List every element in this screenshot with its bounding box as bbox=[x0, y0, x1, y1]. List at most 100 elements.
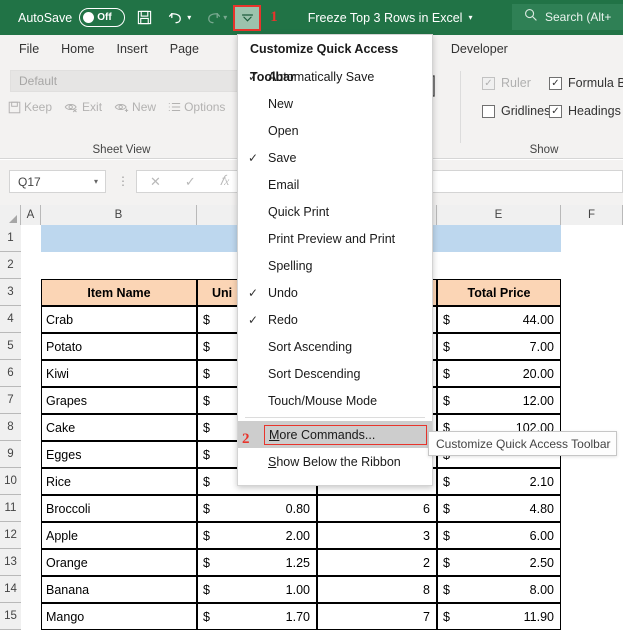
tab-page-layout[interactable]: Page bbox=[159, 35, 210, 63]
sheet-view-combo[interactable]: Default bbox=[10, 70, 238, 92]
cell-total-price[interactable]: $12.00 bbox=[437, 387, 561, 414]
customize-quick-access-toolbar-menu[interactable]: Customize Quick Access Toolbar ✓ Automati… bbox=[237, 34, 433, 486]
row-header-10[interactable]: 10 bbox=[0, 468, 21, 495]
cell-unit-price[interactable]: $1.70 bbox=[197, 603, 317, 630]
cell-total-price[interactable]: $2.10 bbox=[437, 468, 561, 495]
cell-total-price[interactable]: $7.00 bbox=[437, 333, 561, 360]
row-header-4[interactable]: 4 bbox=[0, 306, 21, 333]
row-header-5[interactable]: 5 bbox=[0, 333, 21, 360]
cell-item-name[interactable]: Banana bbox=[41, 576, 197, 603]
cell-item-name[interactable]: Grapes bbox=[41, 387, 197, 414]
menu-item-print-preview-and-print[interactable]: Print Preview and Print bbox=[238, 225, 432, 252]
menu-item-sort-ascending[interactable]: Sort Ascending bbox=[238, 333, 432, 360]
cell-unit-price[interactable]: $1.00 bbox=[197, 576, 317, 603]
tab-home[interactable]: Home bbox=[50, 35, 105, 63]
column-header-a[interactable]: A bbox=[21, 205, 41, 225]
gridlines-checkbox-box[interactable] bbox=[482, 104, 495, 118]
sheet-view-buttons: Keep Exit New Options bbox=[8, 100, 237, 114]
menu-item-more-commands[interactable]: More Commands... bbox=[238, 421, 432, 448]
cell-total-price[interactable]: $4.80 bbox=[437, 495, 561, 522]
cell-quantity[interactable]: 7 bbox=[317, 603, 437, 630]
cancel-icon[interactable]: ✕ bbox=[150, 174, 161, 190]
undo-dropdown-caret[interactable]: ▾ bbox=[187, 13, 191, 22]
total-price-value: 12.00 bbox=[522, 393, 554, 408]
enter-icon[interactable]: ✓ bbox=[185, 174, 196, 190]
row-header-12[interactable]: 12 bbox=[0, 522, 21, 549]
menu-item-save[interactable]: ✓ Save bbox=[238, 144, 432, 171]
autosave-toggle[interactable]: Off bbox=[79, 8, 126, 27]
formula-bar-checkbox-box[interactable]: ✓ bbox=[549, 76, 562, 90]
cell-total-price[interactable]: $11.90 bbox=[437, 603, 561, 630]
cell-total-price[interactable]: $8.00 bbox=[437, 576, 561, 603]
cell-total-price[interactable]: $20.00 bbox=[437, 360, 561, 387]
menu-item-sort-descending[interactable]: Sort Descending bbox=[238, 360, 432, 387]
menu-item-redo[interactable]: ✓ Redo bbox=[238, 306, 432, 333]
menu-item-quick-print[interactable]: Quick Print bbox=[238, 198, 432, 225]
menu-item-label: Print Preview and Print bbox=[268, 231, 396, 246]
menu-item-show-below-the-ribbon[interactable]: Show Below the Ribbon bbox=[238, 448, 432, 475]
cell-quantity[interactable]: 3 bbox=[317, 522, 437, 549]
tab-file[interactable]: File bbox=[8, 35, 50, 63]
cell-item-name[interactable]: Crab bbox=[41, 306, 197, 333]
menu-item-open[interactable]: Open bbox=[238, 117, 432, 144]
menu-item-new[interactable]: New bbox=[238, 90, 432, 117]
table-header-item-name[interactable]: Item Name bbox=[41, 279, 197, 306]
cell-unit-price[interactable]: $0.80 bbox=[197, 495, 317, 522]
select-all-corner[interactable] bbox=[0, 205, 21, 225]
tab-developer[interactable]: Developer bbox=[440, 35, 519, 63]
table-header-total-price[interactable]: Total Price bbox=[437, 279, 561, 306]
row-header-6[interactable]: 6 bbox=[0, 360, 21, 387]
customize-quick-access-toolbar-button[interactable] bbox=[233, 4, 262, 31]
cell-item-name[interactable]: Mango bbox=[41, 603, 197, 630]
cell-item-name[interactable]: Egges bbox=[41, 441, 197, 468]
tab-insert[interactable]: Insert bbox=[106, 35, 159, 63]
undo-icon[interactable] bbox=[163, 5, 189, 31]
name-box[interactable]: Q17 ▾ bbox=[9, 170, 106, 193]
cell-quantity[interactable]: 8 bbox=[317, 576, 437, 603]
row-header-9[interactable]: 9 bbox=[0, 441, 21, 468]
row-header-1[interactable]: 1 bbox=[0, 225, 21, 252]
checkbox-formula-bar[interactable]: ✓ Formula Ba bbox=[549, 76, 623, 90]
insert-function-icon[interactable]: 𝑓x bbox=[220, 174, 230, 190]
save-icon[interactable] bbox=[131, 5, 157, 31]
qat-tooltip: Customize Quick Access Toolbar bbox=[428, 431, 617, 456]
cell-item-name[interactable]: Kiwi bbox=[41, 360, 197, 387]
row-header-14[interactable]: 14 bbox=[0, 576, 21, 603]
cell-total-price[interactable]: $2.50 bbox=[437, 549, 561, 576]
menu-item-automatically-save[interactable]: ✓ Automatically Save bbox=[238, 63, 432, 90]
headings-checkbox-box[interactable]: ✓ bbox=[549, 104, 562, 118]
row-header-3[interactable]: 3 bbox=[0, 279, 21, 306]
row-header-7[interactable]: 7 bbox=[0, 387, 21, 414]
menu-item-undo[interactable]: ✓ Undo bbox=[238, 279, 432, 306]
column-header-b[interactable]: B bbox=[41, 205, 197, 225]
menu-item-spelling[interactable]: Spelling bbox=[238, 252, 432, 279]
row-header-13[interactable]: 13 bbox=[0, 549, 21, 576]
cell-unit-price[interactable]: $1.25 bbox=[197, 549, 317, 576]
cell-item-name[interactable]: Orange bbox=[41, 549, 197, 576]
menu-item-touch-mouse-mode[interactable]: Touch/Mouse Mode bbox=[238, 387, 432, 414]
row-header-2[interactable]: 2 bbox=[0, 252, 21, 279]
cell-item-name[interactable]: Cake bbox=[41, 414, 197, 441]
document-title-caret-icon[interactable]: ▾ bbox=[468, 13, 472, 22]
row-header-15[interactable]: 15 bbox=[0, 603, 21, 630]
cell-unit-price[interactable]: $2.00 bbox=[197, 522, 317, 549]
column-header-e[interactable]: E bbox=[437, 205, 561, 225]
cell-item-name[interactable]: Apple bbox=[41, 522, 197, 549]
menu-item-email[interactable]: Email bbox=[238, 171, 432, 198]
cell-quantity[interactable]: 6 bbox=[317, 495, 437, 522]
column-header-f[interactable]: F bbox=[561, 205, 623, 225]
cell-total-price[interactable]: $6.00 bbox=[437, 522, 561, 549]
cell-item-name[interactable]: Broccoli bbox=[41, 495, 197, 522]
row-header-8[interactable]: 8 bbox=[0, 414, 21, 441]
cell-item-name[interactable]: Potato bbox=[41, 333, 197, 360]
name-box-caret-icon[interactable]: ▾ bbox=[94, 177, 98, 186]
formula-bar-grip[interactable]: ⋮ bbox=[117, 174, 129, 188]
checkbox-headings[interactable]: ✓ Headings bbox=[549, 104, 621, 118]
row-header-11[interactable]: 11 bbox=[0, 495, 21, 522]
search-box[interactable]: Search (Alt+ bbox=[512, 4, 623, 30]
cell-quantity[interactable]: 2 bbox=[317, 549, 437, 576]
cell-item-name[interactable]: Rice bbox=[41, 468, 197, 495]
ruler-label: Ruler bbox=[501, 76, 531, 90]
cell-total-price[interactable]: $44.00 bbox=[437, 306, 561, 333]
checkbox-gridlines[interactable]: Gridlines bbox=[482, 104, 550, 118]
